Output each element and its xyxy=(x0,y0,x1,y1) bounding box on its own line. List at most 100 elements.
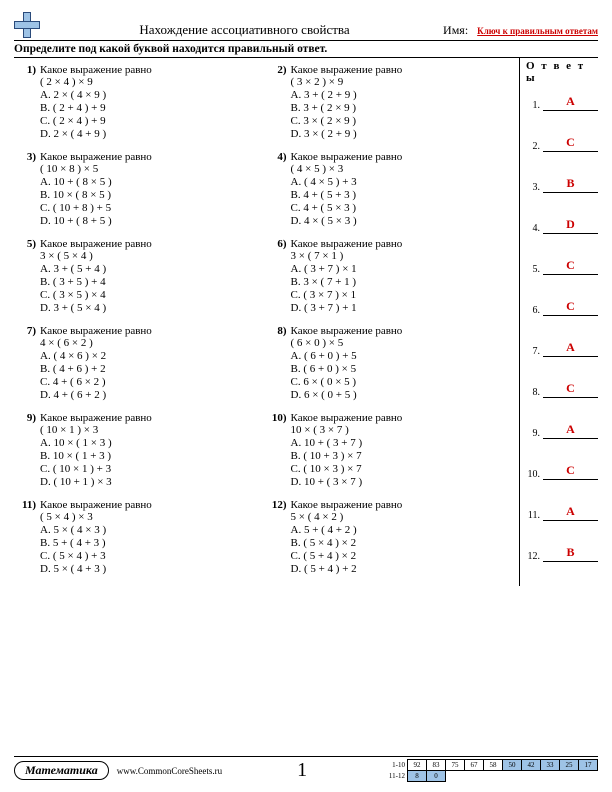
problem-option: D. 10 + ( 3 × 7 ) xyxy=(291,476,510,488)
problem: 8)Какое выражение равно( 6 × 0 ) × 5A. (… xyxy=(265,325,516,412)
problem-option: C. ( 10 × 3 ) × 7 xyxy=(291,463,510,475)
problem-expression: ( 3 × 2 ) × 9 xyxy=(291,76,510,88)
problem-option: B. ( 2 + 4 ) + 9 xyxy=(40,102,259,114)
problem-option: B. ( 10 + 3 ) × 7 xyxy=(291,450,510,462)
problem-question: Какое выражение равно xyxy=(40,412,259,424)
answer-line: 5.C xyxy=(526,258,598,275)
problem-option: C. ( 10 + 8 ) + 5 xyxy=(40,202,259,214)
answer-number: 3. xyxy=(526,182,540,193)
problem-option: A. 10 × ( 1 × 3 ) xyxy=(40,437,259,449)
problem-option: D. 4 × ( 5 × 3 ) xyxy=(291,215,510,227)
problem-question: Какое выражение равно xyxy=(291,499,510,511)
score-cell: 0 xyxy=(427,771,446,782)
problem-expression: ( 10 × 1 ) × 3 xyxy=(40,424,259,436)
problem-number: 9) xyxy=(16,412,40,489)
answer-line: 7.A xyxy=(526,340,598,357)
answer-value: D xyxy=(543,217,598,234)
answer-line: 3.B xyxy=(526,176,598,193)
score-cell: 50 xyxy=(503,760,522,771)
answer-value: A xyxy=(543,504,598,521)
problem-option: D. ( 10 + 1 ) × 3 xyxy=(40,476,259,488)
problem-option: B. ( 4 + 6 ) + 2 xyxy=(40,363,259,375)
answer-number: 8. xyxy=(526,387,540,398)
problem-option: B. ( 6 + 0 ) × 5 xyxy=(291,363,510,375)
problem: 7)Какое выражение равно4 × ( 6 × 2 )A. (… xyxy=(14,325,265,412)
problem: 4)Какое выражение равно( 4 × 5 ) × 3A. (… xyxy=(265,151,516,238)
name-label: Имя: xyxy=(443,23,468,37)
problem-body: Какое выражение равно( 6 × 0 ) × 5A. ( 6… xyxy=(291,325,510,402)
worksheet-page: Нахождение ассоциативного свойства Имя: … xyxy=(0,0,612,792)
problem-number: 1) xyxy=(16,64,40,141)
answer-line: 6.C xyxy=(526,299,598,316)
problem-number: 3) xyxy=(16,151,40,228)
answer-value: C xyxy=(543,299,598,316)
problem-option: C. ( 3 × 5 ) × 4 xyxy=(40,289,259,301)
problem-option: A. ( 6 + 0 ) + 5 xyxy=(291,350,510,362)
problem-option: C. ( 10 × 1 ) + 3 xyxy=(40,463,259,475)
problem-expression: 3 × ( 7 × 1 ) xyxy=(291,250,510,262)
score-grid: 1-109283756758504233251711-1280 xyxy=(382,759,598,782)
instruction: Определите под какой буквой находится пр… xyxy=(14,43,598,58)
score-cell: 8 xyxy=(408,771,427,782)
problem: 1)Какое выражение равно( 2 × 4 ) × 9A. 2… xyxy=(14,64,265,151)
problem-number: 2) xyxy=(267,64,291,141)
answer-key-link[interactable]: Ключ к правильным ответам xyxy=(477,26,598,36)
problem-option: B. 4 + ( 5 + 3 ) xyxy=(291,189,510,201)
problem-question: Какое выражение равно xyxy=(40,499,259,511)
problem-number: 7) xyxy=(16,325,40,402)
answer-value: B xyxy=(543,545,598,562)
problem-question: Какое выражение равно xyxy=(40,325,259,337)
problem-option: A. ( 4 × 6 ) × 2 xyxy=(40,350,259,362)
answer-value: C xyxy=(543,135,598,152)
problem-expression: ( 10 × 8 ) × 5 xyxy=(40,163,259,175)
score-cell: 58 xyxy=(484,760,503,771)
problem-expression: 10 × ( 3 × 7 ) xyxy=(291,424,510,436)
answer-line: 9.A xyxy=(526,422,598,439)
problem-option: C. ( 2 × 4 ) + 9 xyxy=(40,115,259,127)
problem-option: D. 4 + ( 6 + 2 ) xyxy=(40,389,259,401)
problems-column: 1)Какое выражение равно( 2 × 4 ) × 9A. 2… xyxy=(14,58,519,586)
problem-expression: ( 6 × 0 ) × 5 xyxy=(291,337,510,349)
answer-line: 4.D xyxy=(526,217,598,234)
answer-number: 2. xyxy=(526,141,540,152)
problem-option: D. 6 × ( 0 + 5 ) xyxy=(291,389,510,401)
problem-option: A. 5 × ( 4 × 3 ) xyxy=(40,524,259,536)
problem-number: 6) xyxy=(267,238,291,315)
problem-option: C. ( 5 × 4 ) + 3 xyxy=(40,550,259,562)
problem-option: D. 2 × ( 4 + 9 ) xyxy=(40,128,259,140)
problem: 11)Какое выражение равно( 5 × 4 ) × 3A. … xyxy=(14,499,265,586)
problem-question: Какое выражение равно xyxy=(40,238,259,250)
problem-question: Какое выражение равно xyxy=(40,64,259,76)
problem-question: Какое выражение равно xyxy=(291,412,510,424)
score-cell: 33 xyxy=(541,760,560,771)
problem-expression: 3 × ( 5 × 4 ) xyxy=(40,250,259,262)
problem-body: Какое выражение равно( 3 × 2 ) × 9A. 3 +… xyxy=(291,64,510,141)
problem-option: D. 3 × ( 2 + 9 ) xyxy=(291,128,510,140)
problem-option: C. 4 + ( 6 × 2 ) xyxy=(40,376,259,388)
score-cell: 67 xyxy=(465,760,484,771)
answer-number: 4. xyxy=(526,223,540,234)
answer-value: A xyxy=(543,422,598,439)
answer-value: C xyxy=(543,463,598,480)
problem-option: A. 10 + ( 3 + 7 ) xyxy=(291,437,510,449)
problem-option: A. ( 3 + 7 ) × 1 xyxy=(291,263,510,275)
problem-body: Какое выражение равно3 × ( 5 × 4 )A. 3 +… xyxy=(40,238,259,315)
answer-value: C xyxy=(543,258,598,275)
score-cell: 92 xyxy=(408,760,427,771)
problem-option: B. ( 3 + 5 ) + 4 xyxy=(40,276,259,288)
page-number: 1 xyxy=(222,759,382,782)
problem-option: C. ( 3 × 7 ) × 1 xyxy=(291,289,510,301)
answer-number: 5. xyxy=(526,264,540,275)
problem-number: 10) xyxy=(267,412,291,489)
problem-expression: 5 × ( 4 × 2 ) xyxy=(291,511,510,523)
score-cell: 25 xyxy=(560,760,579,771)
answers-title: О т в е т ы xyxy=(526,60,598,84)
problem-option: B. 10 × ( 1 + 3 ) xyxy=(40,450,259,462)
body: 1)Какое выражение равно( 2 × 4 ) × 9A. 2… xyxy=(14,58,598,586)
score-cell: 75 xyxy=(446,760,465,771)
problem-expression: ( 4 × 5 ) × 3 xyxy=(291,163,510,175)
problem-option: A. 5 + ( 4 + 2 ) xyxy=(291,524,510,536)
problem-expression: ( 5 × 4 ) × 3 xyxy=(40,511,259,523)
problem-option: A. 3 + ( 2 + 9 ) xyxy=(291,89,510,101)
problem-option: C. 3 × ( 2 × 9 ) xyxy=(291,115,510,127)
